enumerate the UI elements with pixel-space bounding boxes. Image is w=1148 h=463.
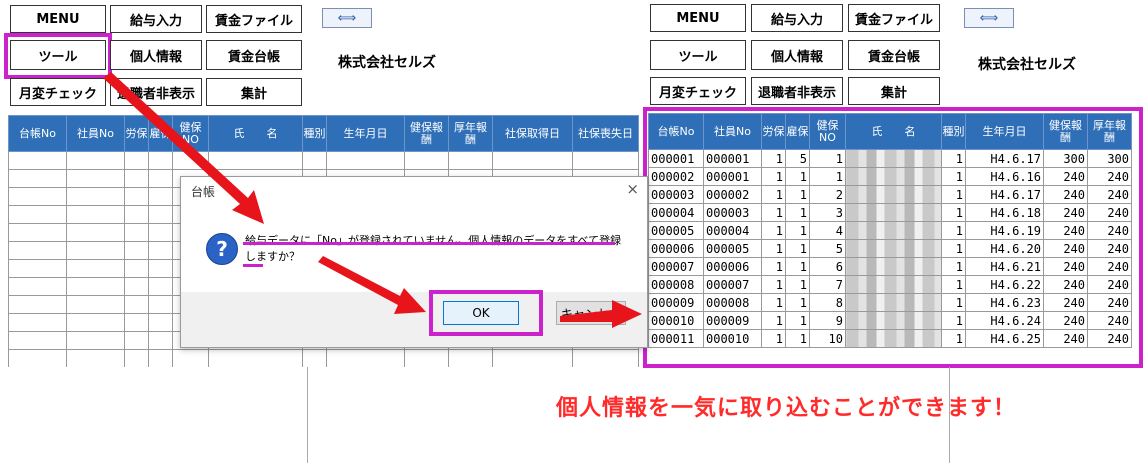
arrow-icon bbox=[560, 300, 642, 328]
arrow-icon bbox=[318, 256, 426, 314]
callout-text: 個人情報を一気に取り込むことができます！ bbox=[556, 396, 1017, 421]
arrow-icon bbox=[103, 72, 264, 224]
